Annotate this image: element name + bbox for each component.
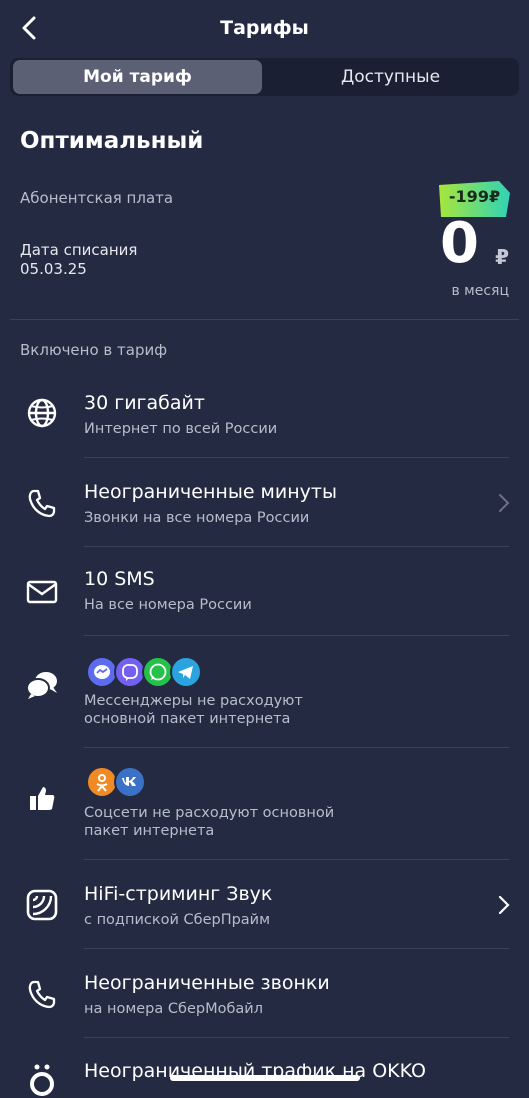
- list-item-unlimited-calls: Неограниченные звонки на номера СберМоба…: [0, 949, 529, 1038]
- price-value: 0: [440, 211, 479, 276]
- tab-my-tariff[interactable]: Мой тариф: [13, 60, 262, 94]
- item-subtitle: Звонки на все номера России: [84, 510, 310, 526]
- phone-icon: [28, 980, 56, 1009]
- item-subtitle: с подпиской СберПрайм: [84, 912, 271, 928]
- item-title: Неограниченные звонки: [84, 972, 330, 994]
- item-subtitle: на номера СберМобайл: [84, 1001, 263, 1017]
- price-currency: ₽: [495, 245, 509, 269]
- vk-icon: [114, 766, 146, 798]
- item-title: HiFi-стриминг Звук: [84, 883, 273, 905]
- globe-icon: [27, 398, 57, 428]
- list-item-social: Соцсети не расходуют основной пакет инте…: [0, 748, 529, 859]
- item-subtitle: На все номера России: [84, 597, 252, 613]
- envelope-icon: [26, 580, 58, 604]
- list-item-internet: 30 гигабайт Интернет по всей России: [0, 380, 529, 458]
- item-title: Неограниченные минуты: [84, 481, 337, 503]
- top-bar: Тарифы: [0, 0, 529, 58]
- chevron-right-icon: [498, 895, 510, 915]
- tariff-tabs: Мой тариф Доступные: [10, 58, 519, 96]
- included-label: Включено в тариф: [20, 341, 168, 359]
- item-title: 10 SMS: [84, 568, 155, 590]
- item-subtitle: Мессенджеры не расходуют: [84, 693, 303, 709]
- item-subtitle: Интернет по всей России: [84, 421, 278, 437]
- item-subtitle: Соцсети не расходуют основной: [84, 805, 335, 821]
- item-subtitle: основной пакет интернета: [84, 711, 291, 727]
- list-item-messengers: Мессенджеры не расходуют основной пакет …: [0, 636, 529, 747]
- list-item-okko: Неограниченный трафик на OKKO: [0, 1038, 529, 1096]
- tab-available[interactable]: Доступные: [266, 60, 515, 94]
- discount-value: -199₽: [448, 187, 501, 206]
- page-title: Тарифы: [220, 17, 309, 39]
- okko-icon: [30, 1064, 54, 1096]
- fee-label: Абонентская плата: [20, 189, 174, 207]
- charge-date-label: Дата списания: [20, 241, 138, 259]
- plan-name: Оптимальный: [20, 128, 204, 154]
- home-indicator[interactable]: [170, 1075, 360, 1081]
- item-subtitle: пакет интернета: [84, 823, 215, 839]
- thumbs-up-icon: [30, 787, 55, 810]
- telegram-icon: [170, 656, 202, 688]
- divider: [10, 319, 519, 320]
- streaming-icon: [26, 889, 58, 921]
- item-title: 30 гигабайт: [84, 392, 205, 414]
- list-item-sms: 10 SMS На все номера России: [0, 547, 529, 636]
- chat-bubbles-icon: [26, 672, 57, 699]
- phone-icon: [28, 489, 56, 518]
- list-item-hifi-streaming[interactable]: HiFi-стриминг Звук с подпиской СберПрайм: [0, 860, 529, 949]
- charge-date-value: 05.03.25: [20, 260, 87, 278]
- chevron-right-icon: [499, 494, 510, 512]
- price-period: в месяц: [451, 283, 509, 299]
- list-item-minutes[interactable]: Неограниченные минуты Звонки на все номе…: [0, 458, 529, 547]
